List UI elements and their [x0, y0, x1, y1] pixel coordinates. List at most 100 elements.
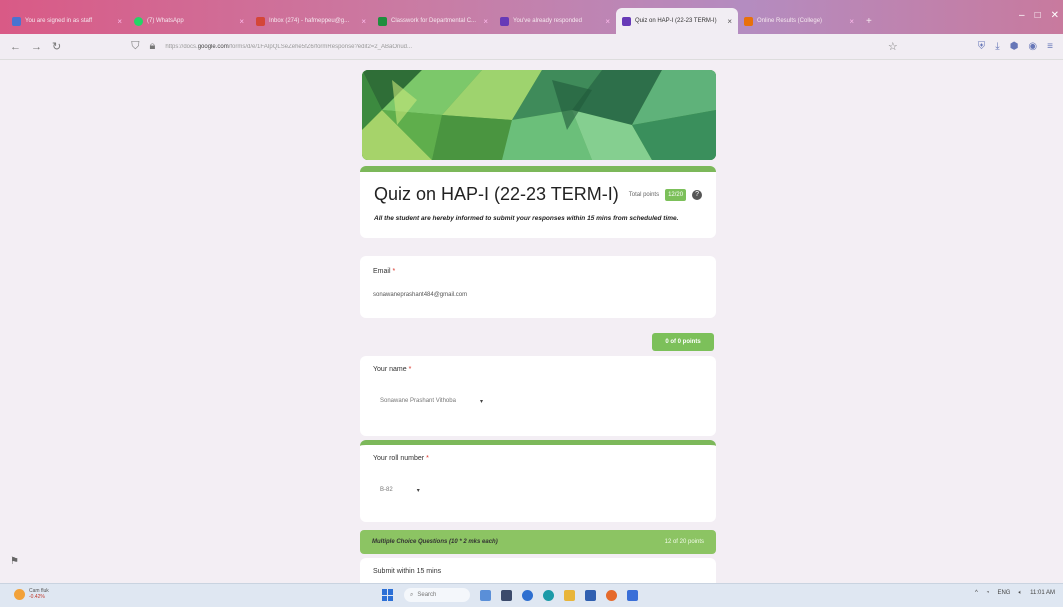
- taskbar-apps: ⌕ Search: [382, 588, 638, 602]
- weather-text: Cam fluk -0.42%: [29, 588, 49, 600]
- page-content: ⚑ Quiz on HAP-I (22-23 TERM-I) Total poi…: [0, 60, 1063, 583]
- lock-icon[interactable]: 🔒︎: [149, 40, 155, 53]
- reload-icon[interactable]: ↻: [52, 40, 61, 53]
- extension-icon[interactable]: ⬢: [1010, 41, 1019, 52]
- name-dropdown[interactable]: Sonawane Prashant Vithoba ▾: [380, 398, 483, 405]
- url-path: /forms/d/e/1FAIpQLSeZehe5fZ6/formRespons…: [228, 43, 412, 50]
- chevron-down-icon: ▾: [416, 488, 420, 494]
- file-explorer-icon[interactable]: [501, 589, 512, 601]
- email-label-text: Email: [373, 268, 391, 275]
- folder-icon[interactable]: [564, 589, 575, 601]
- email-question-card: Email * sonawaneprashant484@gmail.com: [360, 256, 716, 318]
- close-tab-icon[interactable]: ×: [361, 17, 366, 26]
- total-points-badge: 12/20: [665, 188, 687, 201]
- download-icon[interactable]: ⤓: [995, 41, 999, 52]
- browser-tab-strip: You are signed in as staff × (7) WhatsAp…: [0, 0, 1063, 34]
- chevron-down-icon: ▾: [479, 399, 483, 405]
- edge-icon[interactable]: [543, 589, 554, 601]
- forward-icon[interactable]: →: [31, 41, 42, 53]
- mcq-description-card: Submit within 15 mins: [360, 558, 716, 583]
- browser-tab[interactable]: (7) WhatsApp ×: [128, 8, 250, 34]
- close-window-icon[interactable]: ✕: [1051, 10, 1059, 21]
- weather-widget[interactable]: Cam fluk -0.42%: [14, 588, 49, 600]
- roll-number-dropdown[interactable]: B-82 ▾: [380, 487, 420, 494]
- clock[interactable]: 11:01 AM: [1030, 590, 1055, 597]
- close-tab-icon[interactable]: ×: [483, 17, 488, 26]
- windows-start-icon[interactable]: [382, 589, 394, 601]
- required-mark: *: [392, 268, 396, 275]
- close-tab-icon[interactable]: ×: [727, 17, 732, 26]
- feedback-icon[interactable]: ⚑: [10, 556, 19, 567]
- email-value: sonawaneprashant484@gmail.com: [373, 292, 468, 298]
- tab-label: Quiz on HAP-I (22-23 TERM-I): [635, 18, 717, 24]
- roll-number-question-card: Your roll number * B-82 ▾: [360, 440, 716, 522]
- name-label-text: Your name: [373, 366, 407, 373]
- tab-favicon-icon: [622, 16, 631, 26]
- section-title: Multiple Choice Questions (10 * 2 mks ea…: [372, 539, 498, 545]
- weather-sub: -0.42%: [29, 594, 45, 600]
- mcq-intro-text: Submit within 15 mins: [373, 568, 442, 575]
- name-question-card: Your name * Sonawane Prashant Vithoba ▾: [360, 356, 716, 436]
- browser-tab[interactable]: Classwork for Departmental C... ×: [372, 8, 494, 34]
- bookmark-star-icon[interactable]: ☆: [888, 40, 898, 53]
- close-tab-icon[interactable]: ×: [849, 17, 854, 26]
- store-icon[interactable]: [585, 589, 596, 601]
- shield-icon[interactable]: ⛉: [131, 40, 139, 53]
- browser-tab[interactable]: You've already responded ×: [494, 8, 616, 34]
- browser-tab-active[interactable]: Quiz on HAP-I (22-23 TERM-I) ×: [616, 8, 738, 34]
- polygon-pattern: [362, 70, 716, 160]
- total-points-label: Total points: [628, 191, 660, 198]
- roll-selected-value: B-82: [380, 487, 393, 493]
- title-row: Quiz on HAP-I (22-23 TERM-I) Total point…: [374, 184, 703, 205]
- close-tab-icon[interactable]: ×: [239, 17, 244, 26]
- pocket-icon[interactable]: ⛨: [978, 41, 986, 52]
- url-prefix: https://docs.: [165, 43, 198, 50]
- address-bar-row: ← → ↻ ⛉ 🔒︎ https://docs.google.com/forms…: [0, 34, 1063, 60]
- tab-label: Classwork for Departmental C...: [391, 18, 477, 24]
- account-icon[interactable]: ◉: [1028, 41, 1037, 52]
- menu-icon[interactable]: ≡: [1047, 41, 1053, 52]
- chevron-up-icon[interactable]: ^: [975, 590, 978, 597]
- form-title: Quiz on HAP-I (22-23 TERM-I): [374, 184, 619, 204]
- new-tab-button[interactable]: +: [860, 8, 890, 34]
- form-title-card: Quiz on HAP-I (22-23 TERM-I) Total point…: [360, 166, 716, 238]
- section-score-badge: 0 of 0 points: [652, 333, 714, 351]
- tab-favicon-icon: [744, 16, 753, 26]
- minimize-icon[interactable]: –: [1019, 10, 1025, 21]
- new-tab-label: +: [866, 15, 872, 27]
- roll-label-text: Your roll number: [373, 455, 425, 462]
- browser-tab[interactable]: Online Results (College) ×: [738, 8, 860, 34]
- app-icon[interactable]: [627, 589, 638, 601]
- close-tab-icon[interactable]: ×: [605, 17, 610, 26]
- weather-sun-icon: [14, 588, 25, 600]
- firefox-icon[interactable]: [606, 589, 617, 601]
- language-indicator[interactable]: ENG: [997, 590, 1010, 597]
- widgets-icon[interactable]: [480, 589, 491, 601]
- tab-favicon-icon: [378, 16, 387, 26]
- taskbar-search[interactable]: ⌕ Search: [404, 588, 470, 602]
- tab-label: Inbox (274) - hafmeppeu@g...: [269, 18, 350, 24]
- browser-tab[interactable]: Inbox (274) - hafmeppeu@g... ×: [250, 8, 372, 34]
- tab-favicon-icon: [256, 16, 265, 26]
- url-domain: google.com: [197, 43, 229, 50]
- volume-icon[interactable]: 🔈︎: [1018, 590, 1022, 597]
- help-icon[interactable]: ?: [692, 189, 703, 200]
- tab-label: You've already responded: [513, 18, 582, 24]
- tab-label: You are signed in as staff: [25, 18, 93, 24]
- tab-favicon-icon: [12, 16, 21, 26]
- chat-icon[interactable]: [522, 589, 533, 601]
- browser-tab[interactable]: You are signed in as staff ×: [6, 8, 128, 34]
- required-mark: *: [408, 366, 412, 373]
- section-score: 12 of 20 points: [664, 539, 704, 545]
- maximize-icon[interactable]: □: [1035, 10, 1041, 21]
- tab-favicon-icon: [134, 16, 143, 26]
- form-header-image: [362, 70, 716, 160]
- mcq-section-header: Multiple Choice Questions (10 * 2 mks ea…: [360, 530, 716, 554]
- url-field[interactable]: https://docs.google.com/forms/d/e/1FAIpQ…: [165, 44, 878, 50]
- network-icon[interactable]: ◔: [986, 590, 990, 597]
- taskbar: Cam fluk -0.42% ⌕ Search ^ ◔ ENG 🔈︎ 11:0…: [0, 583, 1063, 607]
- back-icon[interactable]: ←: [10, 41, 21, 53]
- form-description: All the student are hereby informed to s…: [374, 215, 679, 222]
- close-tab-icon[interactable]: ×: [117, 17, 122, 26]
- name-label: Your name *: [373, 366, 411, 373]
